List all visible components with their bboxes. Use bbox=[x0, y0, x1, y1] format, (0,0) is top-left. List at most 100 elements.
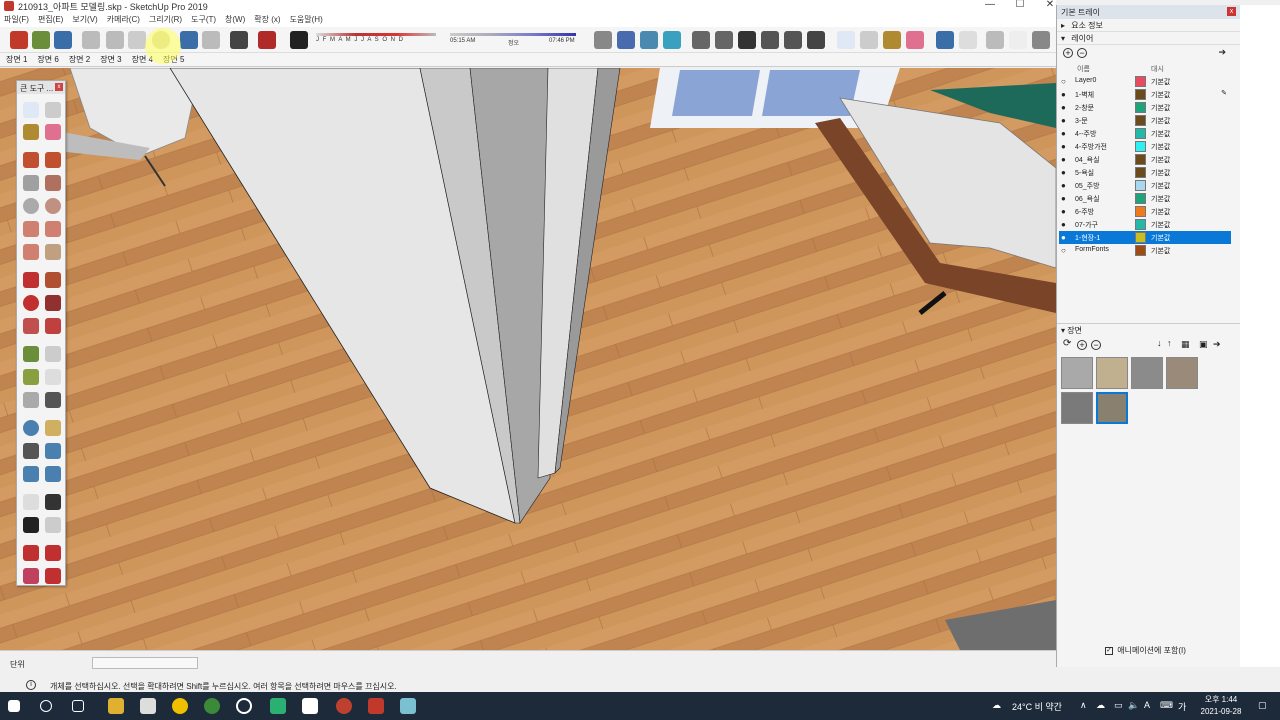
share-model-tool-icon[interactable] bbox=[45, 545, 61, 561]
eye-hidden-icon[interactable]: ○ bbox=[1061, 77, 1066, 86]
save-icon[interactable] bbox=[54, 31, 72, 49]
text-tool-icon[interactable] bbox=[45, 369, 61, 385]
scenes-section[interactable]: ▾ 장면 bbox=[1057, 323, 1241, 336]
layer-color-swatch[interactable] bbox=[1135, 193, 1146, 204]
layer-row[interactable]: ● 6-주방 기본값 bbox=[1059, 205, 1231, 218]
tab-scene-3[interactable]: 장면 3 bbox=[100, 54, 121, 65]
menu-file[interactable]: 파일(F) bbox=[4, 14, 29, 25]
layout-send-tool-icon[interactable] bbox=[45, 568, 61, 584]
layer-color-swatch[interactable] bbox=[1135, 128, 1146, 139]
eye-hidden-icon[interactable]: ○ bbox=[1061, 246, 1066, 255]
two-point-arc-tool-icon[interactable] bbox=[45, 221, 61, 237]
section-plane-tool-icon[interactable] bbox=[45, 517, 61, 533]
top-view-icon[interactable] bbox=[663, 31, 681, 49]
onedrive-cloud-icon[interactable]: ☁ bbox=[1096, 700, 1105, 711]
scene-thumbnail-icon[interactable]: ▣ bbox=[1199, 339, 1208, 350]
position-camera-tool-icon[interactable] bbox=[23, 494, 39, 510]
view-options-icon[interactable]: ▦ bbox=[1181, 339, 1190, 350]
menu-tools[interactable]: 도구(T) bbox=[191, 14, 216, 25]
layer-color-swatch[interactable] bbox=[1135, 206, 1146, 217]
freehand-tool-icon[interactable] bbox=[45, 152, 61, 168]
zoom-tool-icon[interactable] bbox=[23, 443, 39, 459]
eye-icon[interactable]: ● bbox=[1061, 90, 1066, 99]
push-pull-tool-icon[interactable] bbox=[45, 272, 61, 288]
layer-row[interactable]: ● 2-창문 기본값 bbox=[1059, 101, 1231, 114]
menu-view[interactable]: 보기(V) bbox=[72, 14, 97, 25]
eye-icon[interactable]: ● bbox=[1061, 142, 1066, 151]
scene-details-icon[interactable]: ➔ bbox=[1213, 339, 1221, 350]
model-info-icon[interactable] bbox=[258, 31, 276, 49]
scale-tool-icon[interactable] bbox=[23, 318, 39, 334]
offset-tool-icon[interactable] bbox=[45, 318, 61, 334]
home-xray-icon[interactable] bbox=[738, 31, 756, 49]
eye-icon[interactable]: ● bbox=[1061, 181, 1066, 190]
extension-warehouse-tool-icon[interactable] bbox=[23, 568, 39, 584]
eye-icon[interactable]: ● bbox=[1061, 220, 1066, 229]
component-tool-icon[interactable] bbox=[45, 102, 61, 118]
tab-scene-1[interactable]: 장면 1 bbox=[6, 54, 27, 65]
orbit-icon[interactable] bbox=[594, 31, 612, 49]
eye-icon[interactable]: ● bbox=[1061, 207, 1066, 216]
layer-color-swatch[interactable] bbox=[1135, 154, 1146, 165]
palette-close-button[interactable]: x bbox=[55, 83, 63, 91]
layer-color-swatch[interactable] bbox=[1135, 89, 1146, 100]
eye-icon[interactable]: ● bbox=[1061, 194, 1066, 203]
eye-icon[interactable]: ● bbox=[1061, 103, 1066, 112]
layer-color-swatch[interactable] bbox=[1135, 180, 1146, 191]
shadow-toggle-icon[interactable] bbox=[290, 31, 308, 49]
select-arrow-icon[interactable] bbox=[837, 31, 855, 49]
zoom-window-tool-icon[interactable] bbox=[45, 443, 61, 459]
maximize-button[interactable]: ☐ bbox=[1005, 0, 1035, 12]
style-hidden-icon[interactable] bbox=[1009, 31, 1027, 49]
network-icon[interactable]: ▭ bbox=[1114, 700, 1123, 711]
circle-tool-icon[interactable] bbox=[23, 198, 39, 214]
paint-bucket-icon[interactable] bbox=[883, 31, 901, 49]
taskbar-clock[interactable]: 오후 1:44 2021-09-28 bbox=[1196, 694, 1246, 718]
layer-color-swatch[interactable] bbox=[1135, 232, 1146, 243]
paste-icon[interactable] bbox=[128, 31, 146, 49]
front-view-icon[interactable] bbox=[692, 31, 710, 49]
notification-icon[interactable]: ▢ bbox=[1258, 700, 1267, 711]
style-xray-icon[interactable] bbox=[936, 31, 954, 49]
eye-icon[interactable]: ● bbox=[1061, 129, 1066, 138]
wireframe-icon[interactable] bbox=[761, 31, 779, 49]
shadow-date-slider[interactable]: J F M A M J J A S O N D bbox=[316, 33, 436, 45]
right-view-icon[interactable] bbox=[715, 31, 733, 49]
look-around-tool-icon[interactable] bbox=[45, 494, 61, 510]
ime-mode-indicator[interactable]: A bbox=[1144, 700, 1150, 710]
three-point-arc-tool-icon[interactable] bbox=[23, 244, 39, 260]
info-icon[interactable]: i bbox=[26, 680, 36, 690]
app-icon[interactable] bbox=[140, 698, 156, 714]
copy-icon[interactable] bbox=[106, 31, 124, 49]
scene-thumbnail[interactable] bbox=[1131, 357, 1163, 389]
layer-row[interactable]: ○ Layer0 기본값 bbox=[1059, 75, 1231, 88]
app-icon[interactable] bbox=[270, 698, 286, 714]
layer-color-swatch[interactable] bbox=[1135, 141, 1146, 152]
iso-view-icon[interactable] bbox=[640, 31, 658, 49]
zoom-extents-icon[interactable] bbox=[617, 31, 635, 49]
style-back-edges-icon[interactable] bbox=[959, 31, 977, 49]
obs-icon[interactable] bbox=[236, 698, 252, 714]
remove-scene-icon[interactable]: − bbox=[1091, 340, 1101, 350]
style-wireframe-icon[interactable] bbox=[986, 31, 1004, 49]
layer-color-swatch[interactable] bbox=[1135, 102, 1146, 113]
layer-color-swatch[interactable] bbox=[1135, 76, 1146, 87]
warehouse-tool-icon[interactable] bbox=[23, 545, 39, 561]
layer-color-swatch[interactable] bbox=[1135, 115, 1146, 126]
add-scene-icon[interactable]: + bbox=[1077, 340, 1087, 350]
task-view-icon[interactable] bbox=[72, 700, 84, 712]
ime-hangul-indicator[interactable]: 가 bbox=[1178, 700, 1186, 713]
layers-section[interactable]: ▾ 레이어 bbox=[1057, 32, 1240, 45]
app-icon[interactable] bbox=[302, 698, 318, 714]
tray-overflow-icon[interactable]: ∧ bbox=[1080, 700, 1087, 711]
layer-row[interactable]: ● 07-가구 기본값 bbox=[1059, 218, 1231, 231]
hidden-line-icon[interactable] bbox=[784, 31, 802, 49]
move-tool-icon[interactable] bbox=[23, 272, 39, 288]
palette-header[interactable]: 큰 도구 ... x bbox=[17, 81, 65, 94]
paint-tool-icon[interactable] bbox=[23, 124, 39, 140]
move-scene-up-icon[interactable]: ↑ bbox=[1167, 338, 1172, 348]
menu-extensions[interactable]: 확장 (x) bbox=[254, 14, 280, 25]
refresh-scene-icon[interactable]: ⟳ bbox=[1063, 338, 1071, 349]
follow-me-tool-icon[interactable] bbox=[45, 295, 61, 311]
layer-row[interactable]: ● 3-문 기본값 bbox=[1059, 114, 1231, 127]
